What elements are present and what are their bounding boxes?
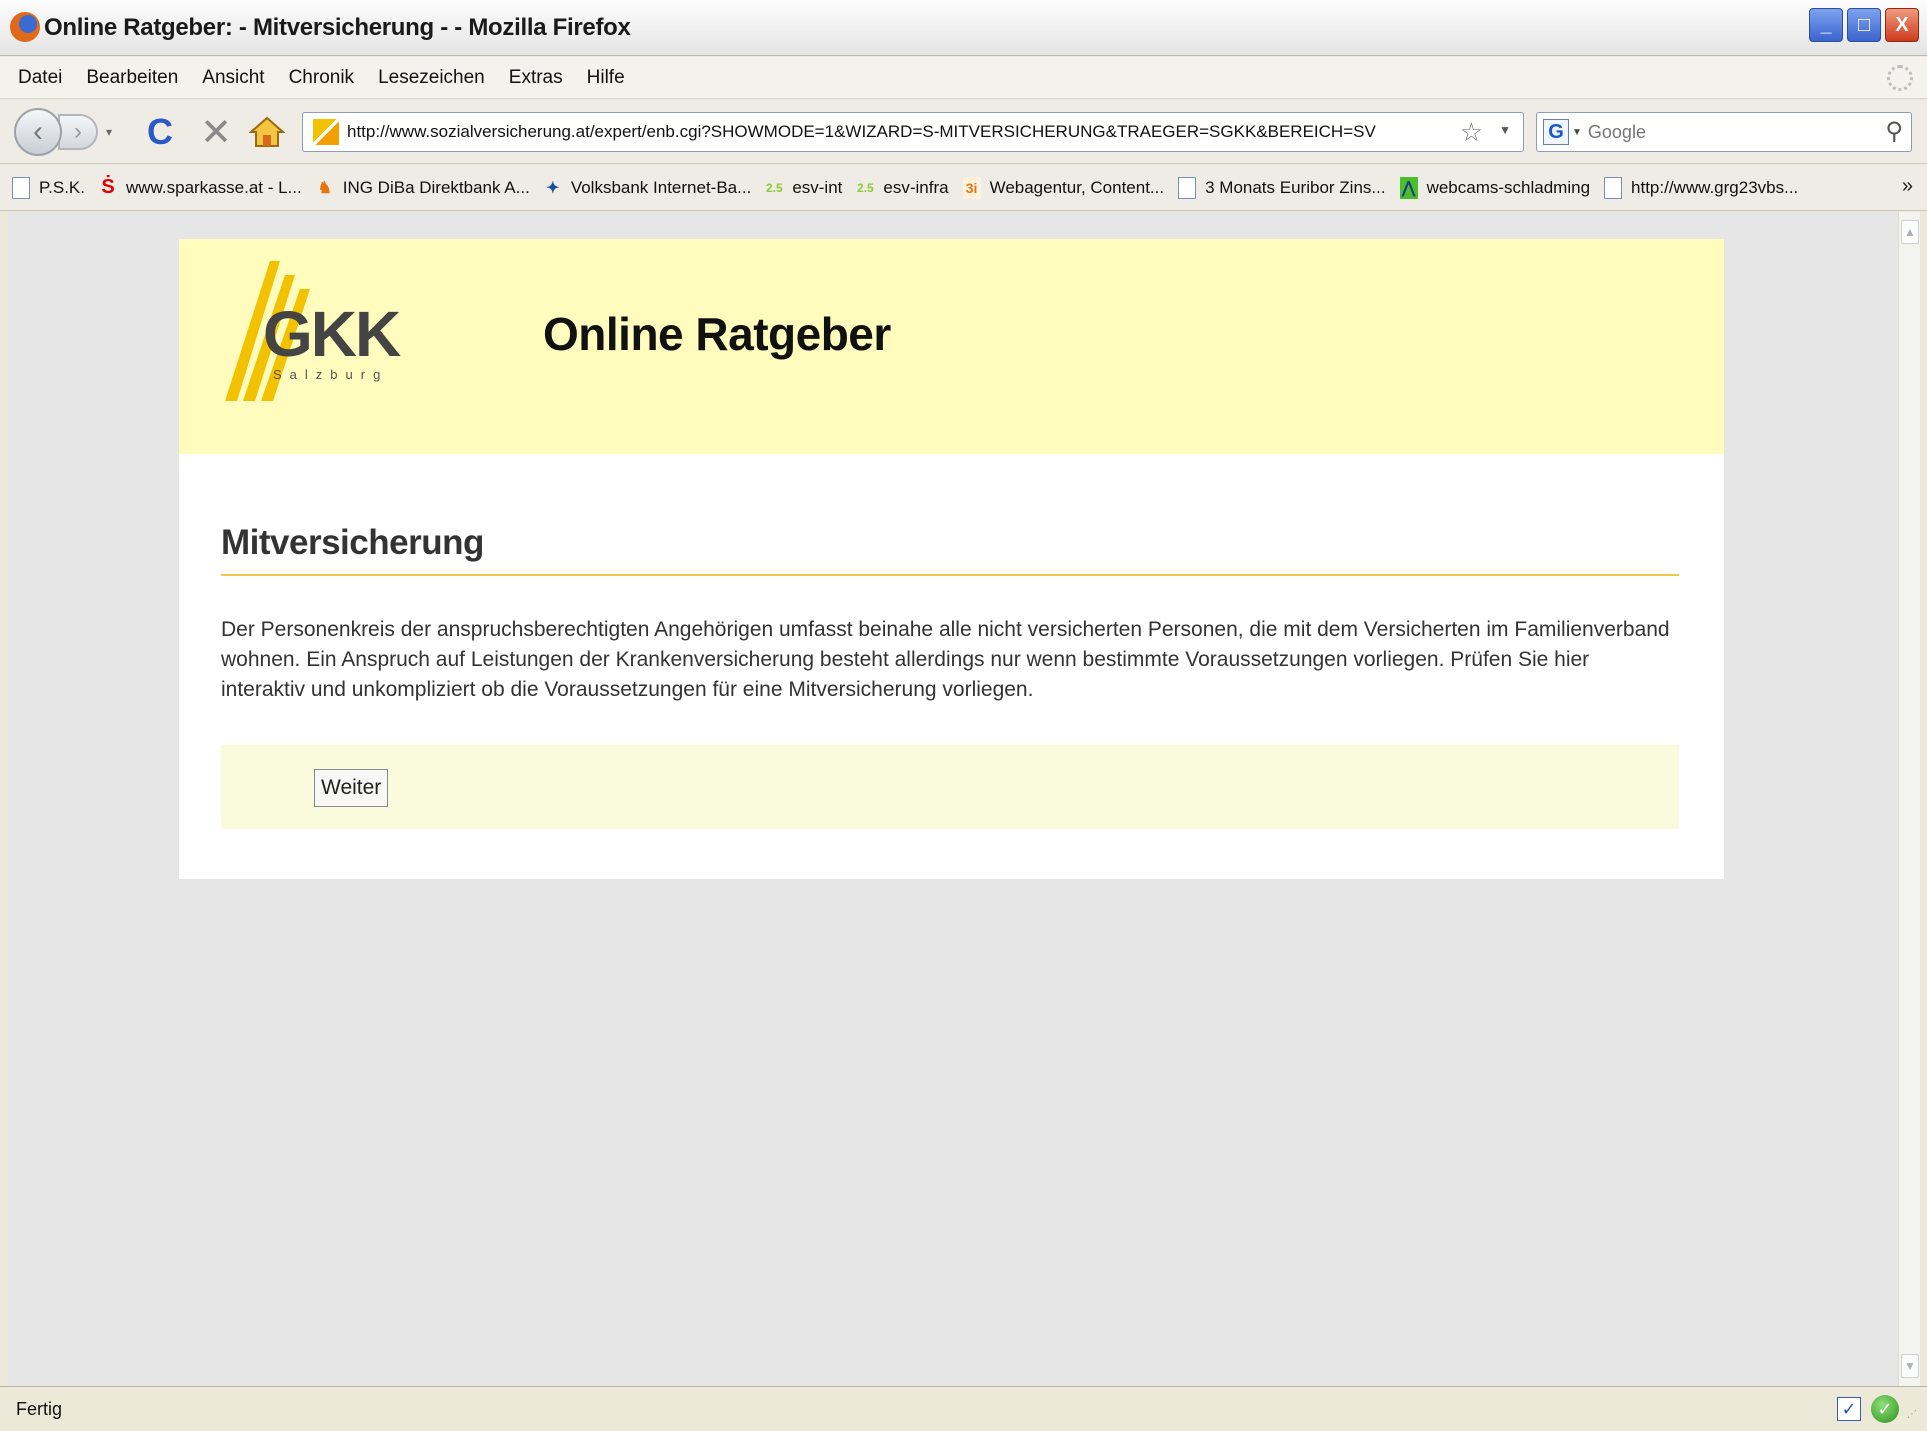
bookmark-label: ING DiBa Direktbank A... [342, 177, 530, 197]
maximize-button[interactable]: □ [1847, 8, 1881, 42]
page-icon [1604, 176, 1623, 199]
webcam-icon: ⋀ [1399, 176, 1418, 199]
bookmark-label: 3 Monats Euribor Zins... [1205, 177, 1386, 197]
bookmarks-toolbar: P.S.K. Ṡ www.sparkasse.at - L... ♞ ING D… [0, 165, 1927, 211]
menu-bar: Datei Bearbeiten Ansicht Chronik Lesezei… [0, 57, 1927, 99]
vertical-scrollbar[interactable]: ▲ ▼ [1898, 212, 1920, 1386]
minimize-button[interactable]: _ [1809, 8, 1843, 42]
menu-hilfe[interactable]: Hilfe [587, 67, 625, 89]
search-engine-dropdown-icon[interactable]: ▼ [1572, 127, 1582, 138]
bookmark-webcams-schladming[interactable]: ⋀ webcams-schladming [1399, 176, 1591, 199]
menu-extras[interactable]: Extras [509, 67, 563, 89]
url-bar[interactable]: http://www.sozialversicherung.at/expert/… [302, 112, 1524, 152]
intro-paragraph: Der Personenkreis der anspruchsberechtig… [221, 618, 1670, 701]
search-bar[interactable]: G ▼ ⚲ [1536, 112, 1912, 152]
throbber-icon [1887, 65, 1913, 91]
menu-bearbeiten[interactable]: Bearbeiten [86, 67, 178, 89]
bookmark-label: P.S.K. [39, 177, 85, 197]
security-ok-icon[interactable]: ✓ [1871, 1395, 1899, 1423]
bookmark-esv-infra[interactable]: 2.5 esv-infra [856, 177, 949, 199]
bookmark-label: http://www.grg23vbs... [1631, 177, 1799, 197]
status-bar: Fertig ✓ ✓ ⋰ [0, 1386, 1927, 1431]
bookmark-label: esv-infra [883, 177, 949, 197]
window-titlebar: Online Ratgeber: - Mitversicherung - - M… [0, 0, 1927, 56]
menu-lesezeichen[interactable]: Lesezeichen [378, 67, 485, 89]
menu-chronik[interactable]: Chronik [289, 67, 354, 89]
bookmark-euribor[interactable]: 3 Monats Euribor Zins... [1178, 176, 1386, 199]
page-viewport: GKK Salzburg Online Ratgeber Mitversiche… [8, 212, 1898, 1386]
navigation-toolbar: › ‹ ▾ C ✕ http://www.sozialversicherung.… [0, 100, 1927, 164]
search-input[interactable] [1587, 121, 1868, 143]
page-icon [12, 176, 30, 199]
page-container: GKK Salzburg Online Ratgeber Mitversiche… [179, 239, 1724, 879]
action-bar: Weiter [221, 745, 1679, 829]
logo-subtext: Salzburg [273, 367, 389, 382]
window-controls: _ □ X [1809, 8, 1919, 42]
forward-button[interactable]: › [58, 114, 98, 150]
back-button[interactable]: ‹ [14, 108, 62, 156]
bookmark-webagentur[interactable]: 3i Webagentur, Content... [962, 176, 1165, 199]
bookmark-ing-diba[interactable]: ♞ ING DiBa Direktbank A... [316, 177, 530, 199]
logo-text: GKK [263, 298, 401, 370]
ing-lion-icon: ♞ [317, 179, 332, 197]
bookmark-label: Webagentur, Content... [989, 177, 1165, 197]
volksbank-icon: ✦ [546, 179, 560, 197]
bookmark-label: Volksbank Internet-Ba... [570, 177, 752, 197]
gkk-logo[interactable]: GKK Salzburg [225, 261, 415, 411]
scroll-down-icon[interactable]: ▼ [1901, 1354, 1919, 1378]
bookmark-psk[interactable]: P.S.K. [12, 176, 85, 199]
url-dropdown-icon[interactable]: ▼ [1499, 123, 1511, 137]
page-icon [1178, 176, 1197, 199]
url-input[interactable]: http://www.sozialversicherung.at/expert/… [347, 122, 1376, 142]
bookmark-label: webcams-schladming [1426, 177, 1591, 197]
bookmark-esv-int[interactable]: 2.5 esv-int [765, 177, 842, 199]
header-title: Online Ratgeber [543, 308, 891, 360]
stop-button[interactable]: ✕ [196, 112, 236, 154]
bookmark-grg23vbs[interactable]: http://www.grg23vbs... [1604, 176, 1799, 199]
close-button[interactable]: X [1885, 8, 1919, 42]
bookmarks-overflow-chevron-icon[interactable]: » [1902, 175, 1913, 198]
3i-icon: 3i [962, 176, 981, 199]
bookmark-sparkasse[interactable]: Ṡ www.sparkasse.at - L... [99, 176, 302, 199]
esv-icon: 2.5 [765, 180, 783, 195]
history-dropdown-icon[interactable]: ▾ [102, 120, 116, 144]
firefox-icon [10, 12, 40, 42]
reload-button[interactable]: C [140, 111, 180, 152]
home-button[interactable] [248, 114, 286, 150]
checkbox-addon-icon[interactable]: ✓ [1837, 1397, 1861, 1421]
menu-ansicht[interactable]: Ansicht [202, 67, 264, 89]
bookmark-label: esv-int [792, 177, 843, 197]
window-title: Online Ratgeber: - Mitversicherung - - M… [44, 14, 631, 41]
status-text: Fertig [16, 1399, 63, 1419]
page-header: GKK Salzburg Online Ratgeber [179, 239, 1724, 454]
site-favicon-icon [313, 119, 339, 145]
section-divider [221, 574, 1679, 576]
menu-datei[interactable]: Datei [18, 67, 62, 89]
home-icon [249, 116, 285, 147]
search-engine-icon[interactable]: G [1543, 119, 1569, 145]
bookmark-volksbank[interactable]: ✦ Volksbank Internet-Ba... [544, 177, 752, 199]
resize-grip-icon[interactable]: ⋰ [1907, 1409, 1923, 1425]
sparkasse-icon: Ṡ [101, 176, 115, 198]
bookmark-label: www.sparkasse.at - L... [126, 177, 302, 197]
bookmark-star-icon[interactable]: ☆ [1460, 117, 1483, 148]
esv-icon: 2.5 [857, 180, 874, 195]
search-icon[interactable]: ⚲ [1885, 117, 1903, 146]
weiter-button[interactable]: Weiter [314, 769, 389, 807]
section-title: Mitversicherung [221, 523, 484, 562]
scroll-up-icon[interactable]: ▲ [1901, 220, 1919, 244]
